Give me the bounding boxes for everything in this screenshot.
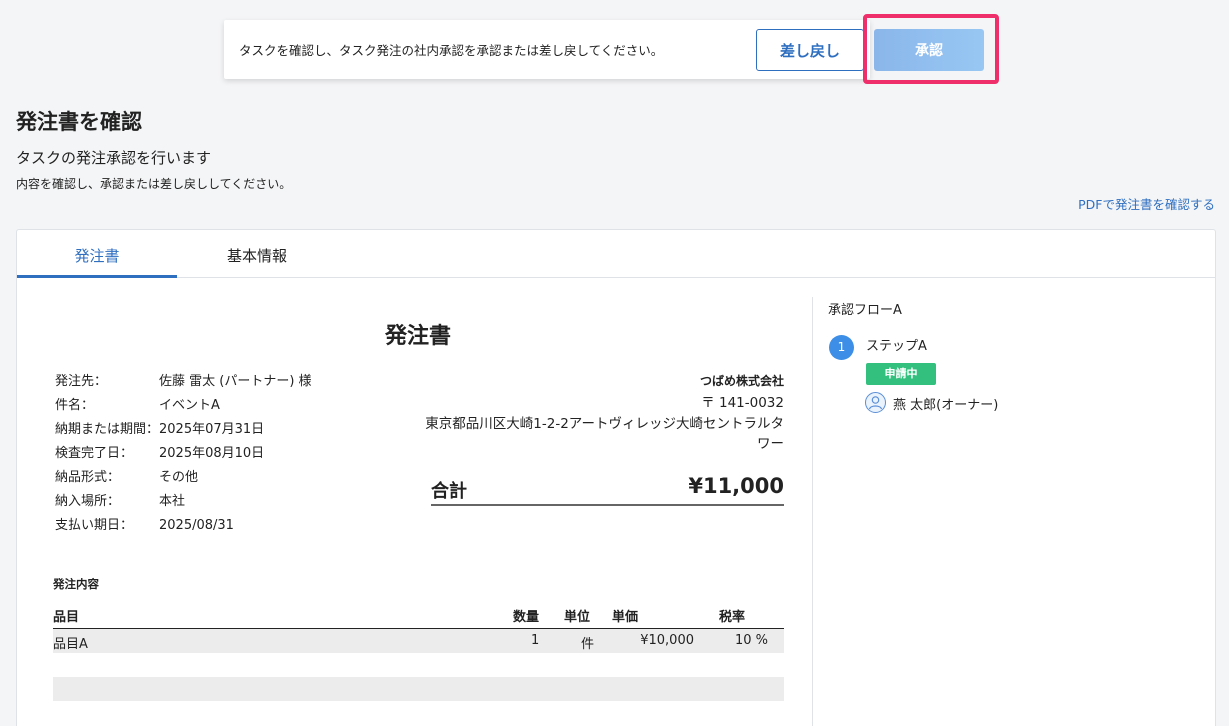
- info-value: 本社: [159, 494, 186, 509]
- tab-purchase-order[interactable]: 発注書: [17, 230, 177, 278]
- header-name: 品目: [53, 610, 80, 625]
- approval-bar: タスクを確認し、タスク発注の社内承認を承認または差し戻してください。 差し戻し: [224, 20, 870, 79]
- vendor-block: つばめ株式会社 〒 141-0032 東京都品川区大崎1-2-2アートヴィレッジ…: [424, 372, 784, 454]
- info-value: その他: [159, 470, 199, 485]
- info-label: 納入場所：: [55, 494, 121, 509]
- info-value: 2025/08/31: [159, 518, 234, 533]
- approve-button[interactable]: 承認: [874, 29, 984, 71]
- header-qty: 数量: [513, 610, 540, 625]
- items-table: 品目 数量 単位 単価 税率 品目A 1 件 ¥10,000 10 %: [53, 602, 784, 701]
- cell-name: 品目A: [53, 637, 88, 652]
- page-subtitle: タスクの発注承認を行います: [16, 149, 212, 167]
- info-labels: 発注先： 件名： 納期または期間： 検査完了日： 納品形式： 納入場所： 支払い…: [55, 373, 159, 541]
- step-name: ステップA: [866, 339, 927, 354]
- header-tax: 税率: [719, 610, 746, 625]
- total-label: 合計: [431, 481, 467, 502]
- info-label: 件名：: [55, 398, 95, 413]
- table-row-empty: [53, 653, 784, 677]
- step-number-badge: 1: [829, 335, 854, 360]
- vendor-zip: 〒 141-0032: [701, 395, 784, 411]
- table-row: 品目A 1 件 ¥10,000 10 %: [53, 629, 784, 653]
- document-title: 発注書: [384, 324, 451, 349]
- tab-bar: 発注書 基本情報: [17, 230, 1215, 278]
- approver-name: 燕 太郎(オーナー): [893, 398, 999, 413]
- table-header: 品目 数量 単位 単価 税率: [53, 602, 784, 629]
- cell-qty: 1: [531, 633, 540, 648]
- pdf-link[interactable]: PDFで発注書を確認する: [1078, 194, 1215, 213]
- column-divider: [812, 297, 813, 726]
- info-label: 納品形式：: [55, 470, 121, 485]
- approval-flow-title: 承認フローA: [828, 303, 902, 318]
- header-price: 単価: [612, 610, 639, 625]
- tab-basic-info[interactable]: 基本情報: [177, 230, 337, 278]
- vendor-name: つばめ株式会社: [699, 374, 784, 388]
- table-row-empty: [53, 677, 784, 701]
- info-label: 発注先：: [55, 374, 108, 389]
- page-title: 発注書を確認: [16, 110, 142, 134]
- return-button[interactable]: 差し戻し: [756, 29, 864, 71]
- page-description: 内容を確認し、承認または差し戻ししてください。: [16, 177, 292, 191]
- total-value: ¥11,000: [688, 474, 784, 498]
- vendor-address: 東京都品川区大崎1-2-2アートヴィレッジ大崎セントラルタ: [425, 416, 784, 432]
- header-unit: 単位: [564, 610, 591, 625]
- cell-price: ¥10,000: [640, 633, 694, 648]
- info-value: 2025年08月10日: [159, 446, 265, 461]
- info-value: イベントA: [159, 398, 220, 413]
- vendor-address: ワー: [757, 436, 784, 452]
- info-label: 検査完了日：: [55, 446, 134, 461]
- info-value: 佐藤 雷太 (パートナー) 様: [159, 374, 312, 389]
- approval-message: タスクを確認し、タスク発注の社内承認を承認または差し戻してください。: [239, 43, 664, 58]
- cell-tax: 10 %: [734, 633, 768, 648]
- total-row: 合計 ¥11,000: [431, 474, 784, 506]
- info-values: 佐藤 雷太 (パートナー) 様 イベントA 2025年07月31日 2025年0…: [159, 373, 312, 541]
- info-label: 支払い期日：: [55, 518, 134, 533]
- items-section-label: 発注内容: [53, 577, 99, 591]
- status-badge: 申請中: [866, 363, 936, 385]
- info-label: 納期または期間：: [55, 422, 160, 437]
- info-value: 2025年07月31日: [159, 422, 265, 437]
- user-avatar-icon: [865, 392, 886, 413]
- cell-unit: 件: [581, 637, 595, 652]
